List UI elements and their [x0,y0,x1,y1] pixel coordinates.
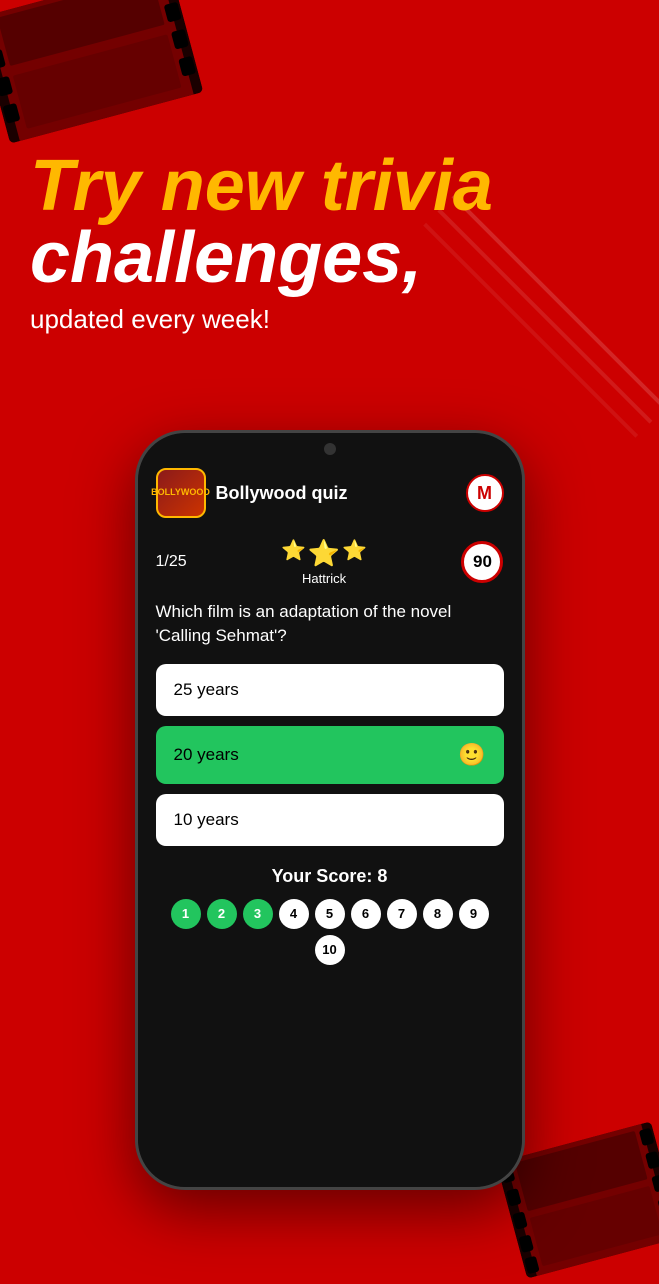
stars-row: ⭐ ⭐ ⭐ [281,538,367,569]
answer-option-1[interactable]: 25 years [156,664,504,716]
progress-dot-3: 3 [243,899,273,929]
answer-emoji-2: 🙂 [458,742,485,768]
score-area: Your Score: 8 [156,866,504,887]
progress-dot-2: 2 [207,899,237,929]
progress-dot-6: 6 [351,899,381,929]
phone-notch [324,443,336,455]
progress-dot-9: 9 [459,899,489,929]
progress-dot-7: 7 [387,899,417,929]
logo-text: BOLLYWOOD [151,488,210,498]
hattrick-label: Hattrick [302,571,346,586]
answer-text-3: 10 years [174,810,239,830]
hero-section: Try new trivia challenges, updated every… [30,150,629,335]
phone-mockup: BOLLYWOOD Bollywood quiz M 1/25 ⭐ ⭐ ⭐ [135,430,525,1190]
app-title: Bollywood quiz [216,483,348,504]
app-logo: BOLLYWOOD [156,468,206,518]
progress-dot-4: 4 [279,899,309,929]
star-2: ⭐ [308,538,340,569]
phone-screen: BOLLYWOOD Bollywood quiz M 1/25 ⭐ ⭐ ⭐ [138,433,522,1187]
question-number: 1/25 [156,553,187,571]
progress-dot-8: 8 [423,899,453,929]
answer-option-3[interactable]: 10 years [156,794,504,846]
avatar-button[interactable]: M [466,474,504,512]
hero-line1: Try new trivia [30,150,629,222]
timer-circle: 90 [461,541,503,583]
answer-text-1: 25 years [174,680,239,700]
progress-dot-5: 5 [315,899,345,929]
progress-dot-10: 10 [315,935,345,965]
timer-value: 90 [473,552,492,572]
score-label: Your Score: 8 [272,866,388,886]
stars-hattrick: ⭐ ⭐ ⭐ Hattrick [281,538,367,586]
quiz-info-row: 1/25 ⭐ ⭐ ⭐ Hattrick 90 [156,538,504,586]
question-text: Which film is an adaptation of the novel… [156,600,504,648]
avatar-initial: M [477,483,492,504]
answer-option-2[interactable]: 20 years 🙂 [156,726,504,784]
star-1: ⭐ [281,538,306,569]
app-header: BOLLYWOOD Bollywood quiz M [156,468,504,518]
progress-dots: 123456789 10 [156,899,504,965]
star-3: ⭐ [342,538,367,569]
answer-text-2: 20 years [174,745,239,765]
hero-line2: challenges, [30,222,629,294]
app-logo-area: BOLLYWOOD Bollywood quiz [156,468,348,518]
hero-subtitle: updated every week! [30,304,629,335]
progress-dot-1: 1 [171,899,201,929]
phone-outer: BOLLYWOOD Bollywood quiz M 1/25 ⭐ ⭐ ⭐ [135,430,525,1190]
